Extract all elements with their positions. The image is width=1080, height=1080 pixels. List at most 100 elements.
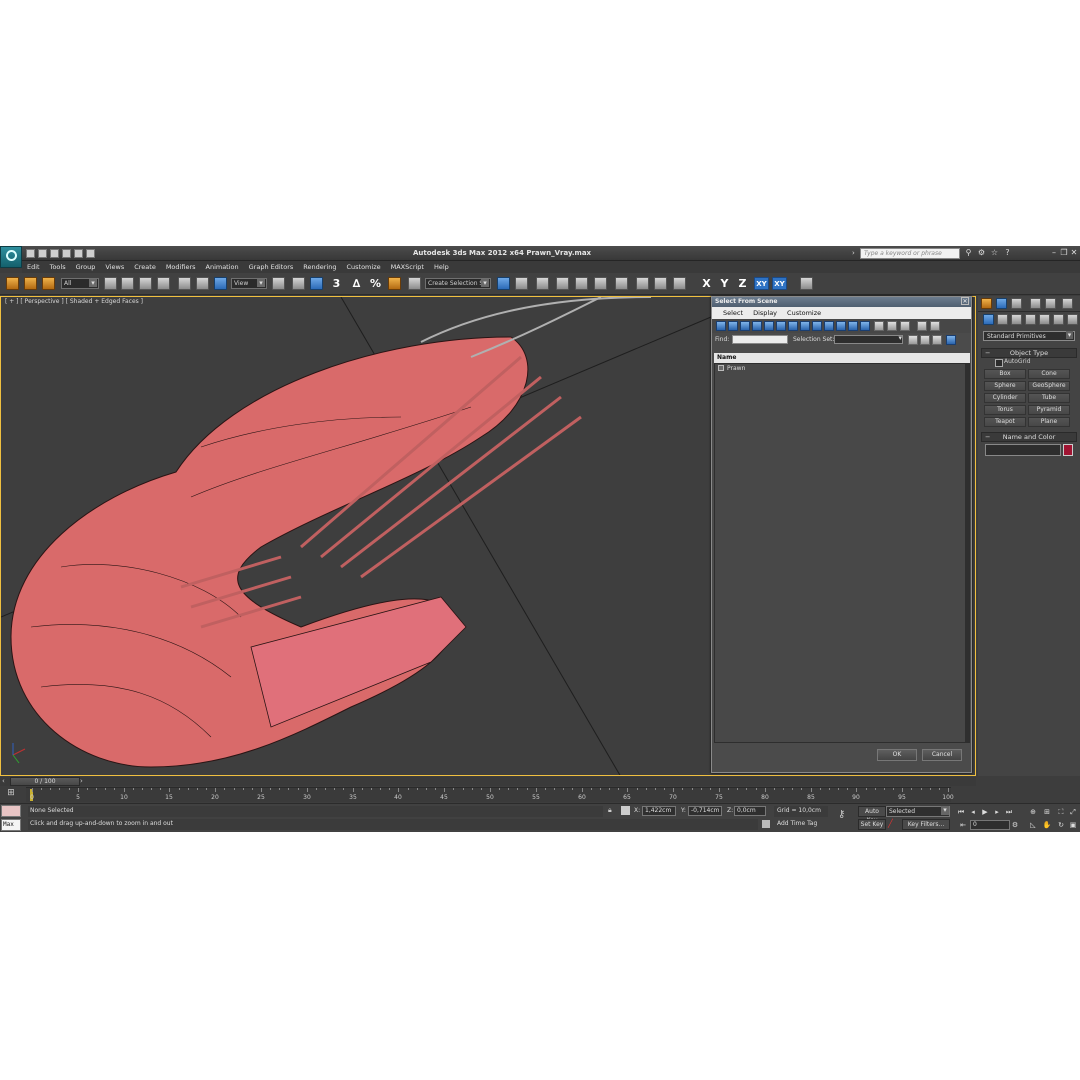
- axis-xy-button[interactable]: XY: [754, 277, 769, 290]
- tube-button[interactable]: Tube: [1028, 393, 1070, 403]
- minimize-icon[interactable]: –: [1050, 247, 1058, 258]
- geometry-subtab-icon[interactable]: [983, 314, 994, 325]
- pivot-center-icon[interactable]: [272, 277, 285, 290]
- pan-view-icon[interactable]: ✋: [1042, 820, 1052, 830]
- window-crossing-icon[interactable]: [157, 277, 170, 290]
- selection-set-dropdown[interactable]: [834, 334, 903, 344]
- time-tag-icon[interactable]: [762, 820, 770, 828]
- search-dropdown-icon[interactable]: ›: [852, 249, 858, 258]
- render-teapot-icon[interactable]: [673, 277, 686, 290]
- filter-icon[interactable]: [917, 321, 927, 331]
- menu-tools[interactable]: Tools: [45, 261, 71, 273]
- display-xrefs-icon[interactable]: [800, 321, 810, 331]
- edit-named-selection-icon[interactable]: [408, 277, 421, 290]
- display-none-icon[interactable]: [874, 321, 884, 331]
- keyboard-shortcut-override-icon[interactable]: [310, 277, 323, 290]
- viewport-label[interactable]: [ + ] [ Perspective ] [ Shaded + Edged F…: [5, 298, 143, 305]
- orbit-icon[interactable]: ↻: [1056, 820, 1066, 830]
- add-time-tag-button[interactable]: Add Time Tag: [774, 819, 828, 830]
- select-and-link-icon[interactable]: [6, 277, 19, 290]
- display-frozen-icon[interactable]: [836, 321, 846, 331]
- cylinder-button[interactable]: Cylinder: [984, 393, 1026, 403]
- shapes-subtab-icon[interactable]: [997, 314, 1008, 325]
- dialog-menu-customize[interactable]: Customize: [782, 307, 826, 319]
- display-helpers-icon[interactable]: [764, 321, 774, 331]
- select-and-manipulate-icon[interactable]: [292, 277, 305, 290]
- next-frame-icon[interactable]: ›: [80, 777, 86, 786]
- selection-set-edit-icon[interactable]: [932, 335, 942, 345]
- selection-set-remove-icon[interactable]: [920, 335, 930, 345]
- binoculars-icon[interactable]: ⚲: [964, 248, 973, 258]
- box-button[interactable]: Box: [984, 369, 1026, 379]
- mirror-icon[interactable]: [497, 277, 510, 290]
- current-frame-field[interactable]: 0: [970, 820, 1010, 830]
- utilities-tab-icon[interactable]: [1062, 298, 1073, 309]
- systems-subtab-icon[interactable]: [1067, 314, 1078, 325]
- previous-frame-icon[interactable]: ‹: [2, 777, 8, 786]
- menu-modifiers[interactable]: Modifiers: [161, 261, 201, 273]
- select-and-rotate-icon[interactable]: [196, 277, 209, 290]
- new-file-icon[interactable]: [26, 249, 35, 258]
- named-selection-dropdown[interactable]: Create Selection Se: [425, 278, 491, 289]
- menu-graph-editors[interactable]: Graph Editors: [244, 261, 299, 273]
- menu-help[interactable]: Help: [429, 261, 454, 273]
- unlink-icon[interactable]: [24, 277, 37, 290]
- key-filter-icon[interactable]: ╱: [888, 819, 893, 828]
- scene-object-list[interactable]: Prawn: [714, 363, 970, 743]
- reference-coordinate-dropdown[interactable]: View: [231, 278, 267, 289]
- z-coord-field[interactable]: 0,0cm: [734, 806, 766, 816]
- help-search-input[interactable]: Type a keyword or phrase: [860, 248, 960, 259]
- ok-button[interactable]: OK: [877, 749, 917, 761]
- select-and-move-icon[interactable]: [178, 277, 191, 290]
- list-item[interactable]: Prawn: [715, 364, 969, 373]
- display-groups-icon[interactable]: [788, 321, 798, 331]
- find-case-sensitive-icon[interactable]: [930, 321, 940, 331]
- play-icon[interactable]: ▶: [980, 807, 990, 817]
- snaps-toggle-icon[interactable]: 3: [330, 277, 343, 290]
- object-type-rollout[interactable]: Object Type: [981, 348, 1077, 358]
- plane-button[interactable]: Plane: [1028, 417, 1070, 427]
- modify-tab-icon[interactable]: [996, 298, 1007, 309]
- next-key-icon[interactable]: ▸: [992, 807, 1002, 817]
- display-tab-icon[interactable]: [1045, 298, 1056, 309]
- object-color-swatch[interactable]: [1063, 444, 1073, 456]
- sphere-button[interactable]: Sphere: [984, 381, 1026, 391]
- select-by-name-icon[interactable]: [121, 277, 134, 290]
- find-input[interactable]: [732, 335, 788, 344]
- display-spacewarps-icon[interactable]: [776, 321, 786, 331]
- close-icon[interactable]: ✕: [1070, 247, 1078, 258]
- material-editor-icon[interactable]: [615, 277, 628, 290]
- favorites-star-icon[interactable]: ☆: [990, 248, 999, 258]
- torus-button[interactable]: Torus: [984, 405, 1026, 415]
- display-children-icon[interactable]: [946, 335, 956, 345]
- dialog-menu-display[interactable]: Display: [748, 307, 782, 319]
- align-icon[interactable]: [515, 277, 528, 290]
- y-coord-field[interactable]: -0,714cm: [688, 806, 722, 816]
- lights-subtab-icon[interactable]: [1011, 314, 1022, 325]
- axis-z-button[interactable]: Z: [736, 277, 749, 290]
- x-coord-field[interactable]: 1,422cm: [642, 806, 676, 816]
- go-to-start-icon[interactable]: ⏮: [956, 807, 966, 817]
- axis-x-button[interactable]: X: [700, 277, 713, 290]
- hierarchy-tab-icon[interactable]: [1011, 298, 1022, 309]
- help-icon[interactable]: ?: [1003, 248, 1012, 258]
- key-tools-icon[interactable]: ⚙: [977, 248, 986, 258]
- display-invert-icon[interactable]: [887, 321, 897, 331]
- go-to-end-icon[interactable]: ⏭: [1004, 807, 1014, 817]
- close-icon[interactable]: ✕: [961, 297, 969, 305]
- prawn-model[interactable]: [10, 297, 652, 768]
- display-all-icon[interactable]: [860, 321, 870, 331]
- rendered-frame-window-icon[interactable]: [654, 277, 667, 290]
- name-and-color-rollout[interactable]: Name and Color: [981, 432, 1077, 442]
- cameras-subtab-icon[interactable]: [1025, 314, 1036, 325]
- helpers-subtab-icon[interactable]: [1039, 314, 1050, 325]
- rectangular-selection-icon[interactable]: [139, 277, 152, 290]
- spinner-snap-icon[interactable]: [388, 277, 401, 290]
- key-filters-button[interactable]: Key Filters...: [902, 819, 950, 830]
- display-geometry-icon[interactable]: [716, 321, 726, 331]
- maxscript-listener[interactable]: Max: [0, 804, 22, 832]
- menu-edit[interactable]: Edit: [22, 261, 45, 273]
- layer-manager-icon[interactable]: [536, 277, 549, 290]
- zoom-icon[interactable]: ⊕: [1028, 807, 1038, 817]
- selection-lock-icon[interactable]: 🔒︎: [608, 806, 614, 814]
